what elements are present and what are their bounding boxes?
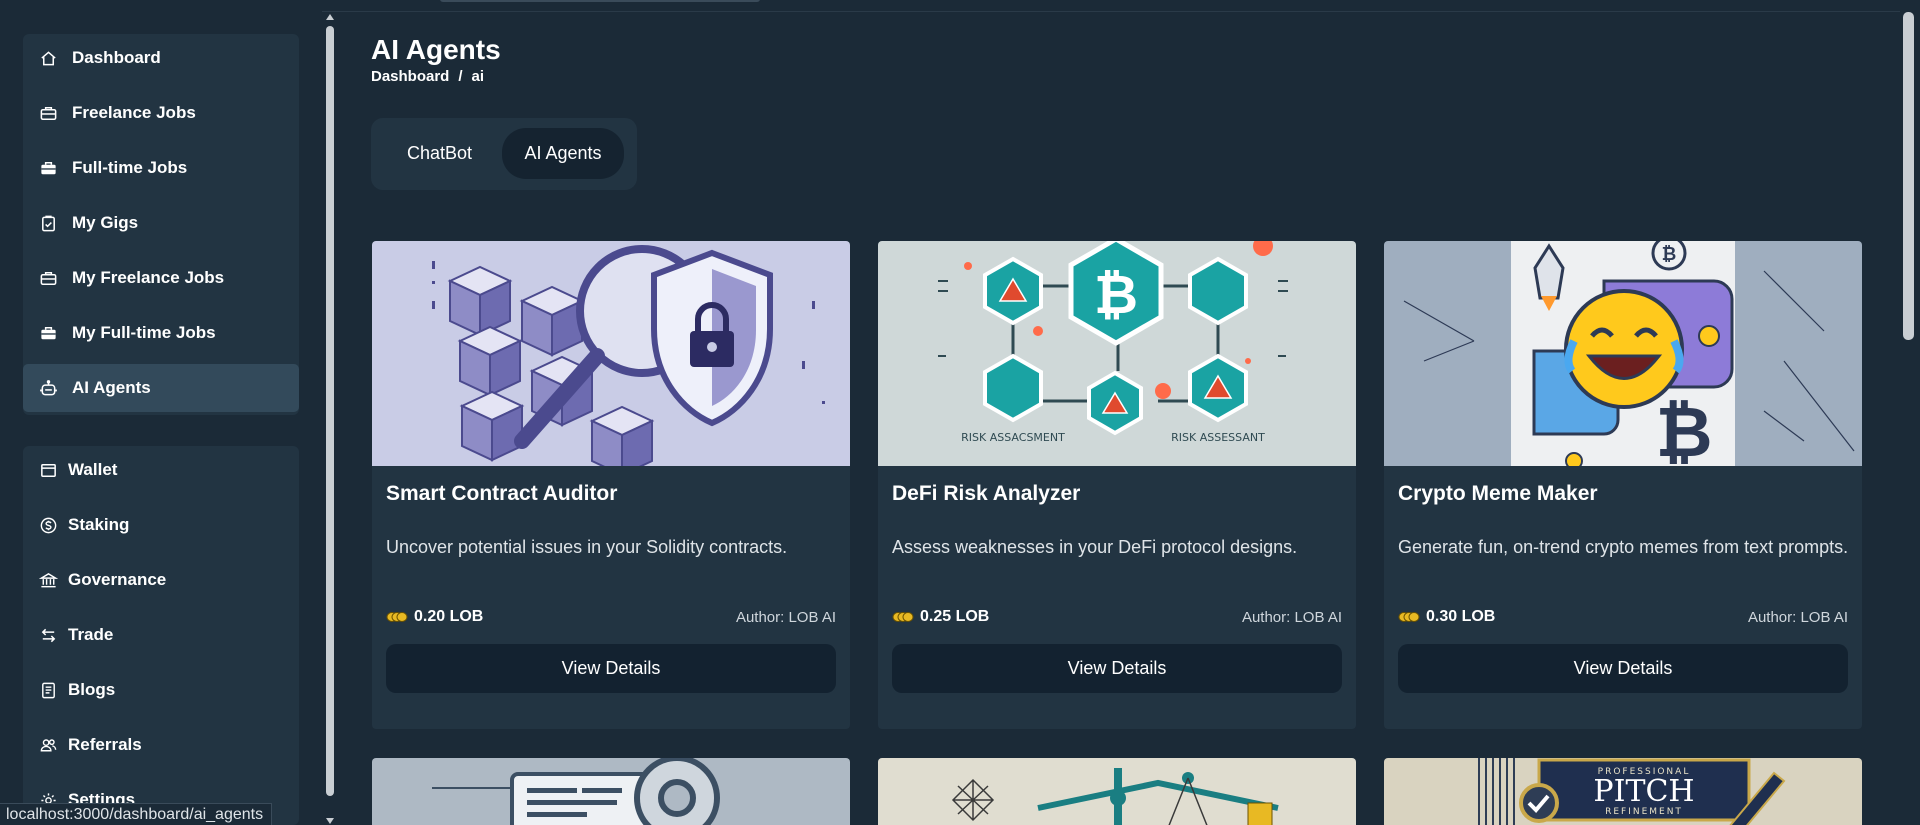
sidebar-item-freelance-jobs[interactable]: Freelance Jobs — [23, 89, 299, 137]
sidebar-item-ai-agents[interactable]: AI Agents — [23, 364, 299, 412]
svg-text:₿: ₿ — [1094, 263, 1138, 326]
sidebar-item-full-time-jobs[interactable]: Full-time Jobs — [23, 144, 299, 192]
pitch-refinement-illustration: PROFESSIONAL PITCH REFINEMENT — [1384, 758, 1862, 825]
agent-price: 0.30 LOB — [1398, 608, 1495, 626]
network-scale-illustration — [878, 758, 1356, 825]
view-details-button[interactable]: View Details — [892, 644, 1342, 693]
agent-author: Author: LOB AI — [1747, 609, 1848, 626]
briefcase-filled-icon — [38, 158, 58, 178]
agent-description: Uncover potential issues in your Solidit… — [386, 537, 788, 557]
agent-price-value: 0.20 LOB — [414, 608, 484, 625]
sidebar-item-label: Referrals — [68, 735, 142, 754]
sidebar-item-label: My Full-time Jobs — [72, 323, 216, 342]
smart-contract-shield-illustration — [372, 241, 850, 466]
sidebar-item-label: Trade — [68, 625, 114, 644]
agent-title: DeFi Risk Analyzer — [892, 482, 1081, 505]
sidebar-item-my-gigs[interactable]: My Gigs — [23, 199, 299, 247]
agent-card-defi-risk-analyzer: ₿ RISK ASSACSMENT RISK ASSESSANT DeFi Ri… — [878, 241, 1356, 729]
lob-coin-icon — [892, 612, 914, 622]
risk-label-right: RISK ASSESSANT — [1171, 431, 1265, 444]
sidebar-item-label: Wallet — [68, 460, 118, 479]
briefcase-icon — [38, 103, 58, 123]
sidebar-item-staking[interactable]: Staking — [23, 501, 299, 549]
agent-card-smart-contract-auditor: Smart Contract Auditor Uncover potential… — [372, 241, 850, 729]
agent-title: Crypto Meme Maker — [1398, 482, 1598, 505]
pitch-label-bottom: REFINEMENT — [1605, 807, 1683, 817]
clipboard-check-icon — [38, 213, 58, 233]
breadcrumb: Dashboard / ai — [371, 68, 484, 85]
svg-text:₿: ₿ — [1655, 391, 1712, 466]
users-icon — [38, 735, 58, 755]
agent-card-partial[interactable]: PROFESSIONAL PITCH REFINEMENT — [1384, 758, 1862, 825]
sidebar-scrollbar-thumb[interactable] — [326, 26, 334, 796]
bitcoin-risk-network-illustration: ₿ RISK ASSACSMENT RISK ASSESSANT — [878, 241, 1356, 466]
laughing-emoji-crypto-illustration: ₿ ₿ — [1384, 241, 1862, 466]
sidebar-item-label: Dashboard — [72, 48, 161, 67]
briefcase-icon — [38, 268, 58, 288]
agent-title: Smart Contract Auditor — [386, 482, 618, 505]
agent-card-partial[interactable] — [878, 758, 1356, 825]
page-scrollbar-thumb[interactable] — [1903, 12, 1914, 340]
lob-coin-icon — [1398, 612, 1420, 622]
wallet-icon — [38, 460, 58, 480]
sidebar-item-label: Freelance Jobs — [72, 103, 196, 122]
status-bar-url: localhost:3000/dashboard/ai_agents — [0, 803, 273, 825]
dollar-coin-icon — [38, 515, 58, 535]
agent-price-value: 0.25 LOB — [920, 608, 990, 625]
agent-card-partial[interactable] — [372, 758, 850, 825]
sidebar-item-label: AI Agents — [72, 378, 151, 397]
sidebar-item-wallet[interactable]: Wallet — [23, 446, 299, 494]
sidebar-item-label: My Freelance Jobs — [72, 268, 225, 287]
sidebar-item-referrals[interactable]: Referrals — [23, 721, 299, 769]
sidebar-group-misc: Wallet Staking Governance Trade Blogs Re… — [23, 446, 299, 825]
sidebar-item-label: Staking — [68, 515, 130, 534]
agent-tabs: ChatBot AI Agents — [371, 118, 637, 190]
svg-text:₿: ₿ — [1662, 244, 1677, 265]
sidebar-item-my-full-time-jobs[interactable]: My Full-time Jobs — [23, 309, 299, 357]
lob-coin-icon — [386, 612, 408, 622]
risk-label-left: RISK ASSACSMENT — [961, 431, 1065, 444]
bank-icon — [38, 570, 58, 590]
sidebar: Dashboard Freelance Jobs Full-time Jobs … — [0, 0, 322, 825]
agent-card-crypto-meme-maker: ₿ ₿ Crypto Meme Maker Generate fun, on-t… — [1384, 241, 1862, 729]
sidebar-item-label: My Gigs — [72, 213, 139, 232]
briefcase-filled-icon — [38, 323, 58, 343]
breadcrumb-dashboard[interactable]: Dashboard — [371, 68, 449, 85]
breadcrumb-current: ai — [471, 68, 485, 85]
sidebar-scroll-up-arrow[interactable] — [326, 14, 334, 20]
agent-price: 0.20 LOB — [386, 608, 483, 626]
pitch-label-main: PITCH — [1593, 774, 1694, 809]
agent-author: Author: LOB AI — [1241, 609, 1342, 626]
sidebar-item-label: Blogs — [68, 680, 116, 699]
document-icon — [38, 680, 58, 700]
agent-price-value: 0.30 LOB — [1426, 608, 1496, 625]
sidebar-item-my-freelance-jobs[interactable]: My Freelance Jobs — [23, 254, 299, 302]
tab-chatbot[interactable]: ChatBot — [381, 128, 498, 179]
view-details-button[interactable]: View Details — [1398, 644, 1848, 693]
page-title: AI Agents — [371, 34, 501, 65]
home-icon — [38, 48, 58, 68]
robot-icon — [38, 378, 58, 398]
tab-ai-agents[interactable]: AI Agents — [502, 128, 624, 179]
sidebar-item-dashboard[interactable]: Dashboard — [23, 34, 299, 82]
sidebar-group-jobs: Dashboard Freelance Jobs Full-time Jobs … — [23, 34, 299, 415]
sidebar-item-label: Full-time Jobs — [72, 158, 188, 177]
agent-description: Assess weaknesses in your DeFi protocol … — [892, 537, 1298, 557]
swap-arrows-icon — [38, 625, 58, 645]
main-content: AI Agents Dashboard / ai ChatBot AI Agen… — [336, 0, 1900, 825]
agent-author: Author: LOB AI — [735, 609, 836, 626]
code-gear-illustration — [372, 758, 850, 825]
agent-price: 0.25 LOB — [892, 608, 989, 626]
sidebar-item-label: Governance — [68, 570, 167, 589]
sidebar-scroll-down-arrow[interactable] — [326, 818, 334, 824]
view-details-button[interactable]: View Details — [386, 644, 836, 693]
sidebar-item-governance[interactable]: Governance — [23, 556, 299, 604]
agent-description: Generate fun, on-trend crypto memes from… — [1398, 537, 1849, 557]
sidebar-item-trade[interactable]: Trade — [23, 611, 299, 659]
sidebar-item-blogs[interactable]: Blogs — [23, 666, 299, 714]
breadcrumb-separator: / — [458, 68, 463, 85]
